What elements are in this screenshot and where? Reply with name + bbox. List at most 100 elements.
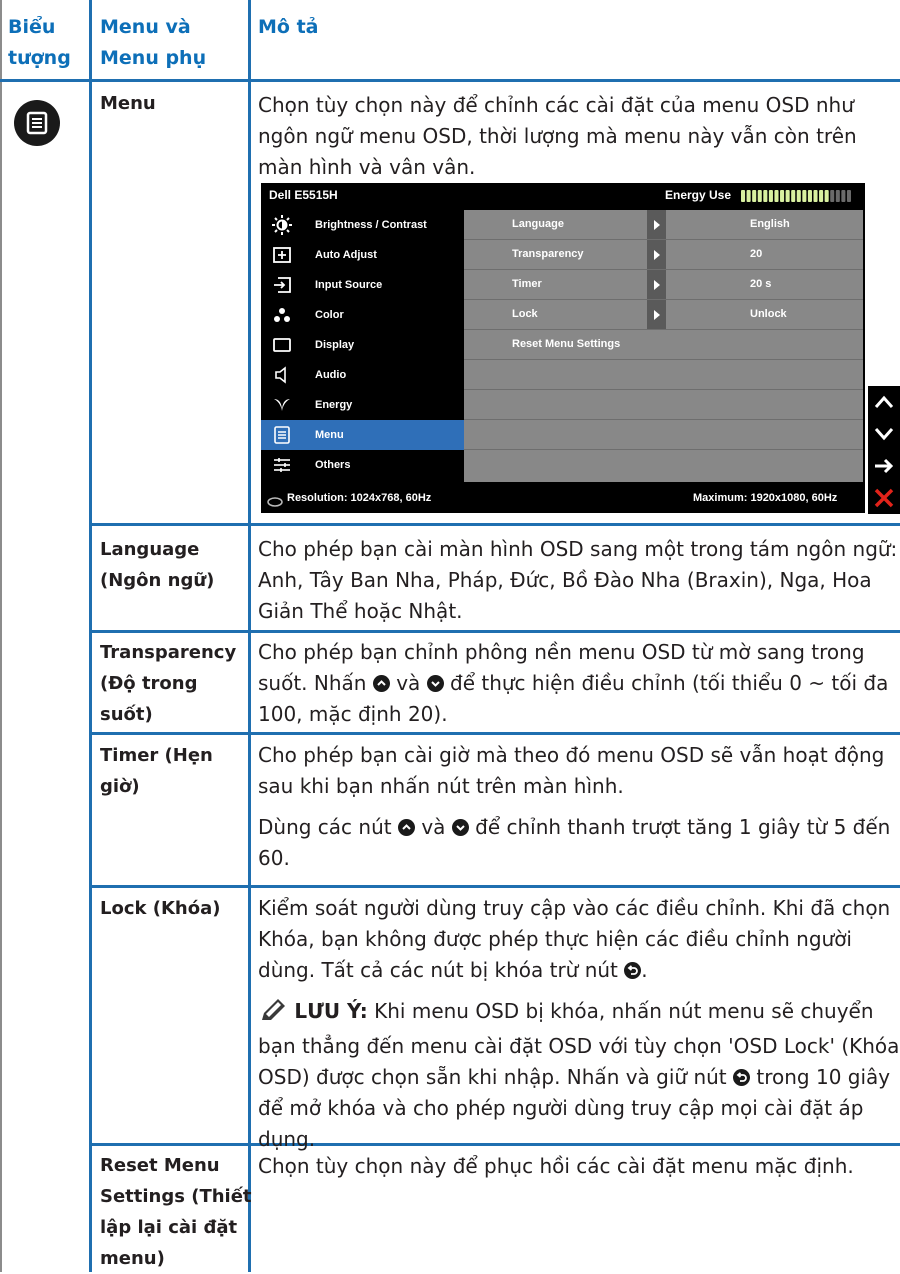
osd-energy-label: Energy Use [665,188,732,202]
osd-menu-item-auto-adjust[interactable]: Auto Adjust [261,240,464,270]
osd-title-bar: Dell E5515H Energy Use [261,183,865,210]
note-line: OSD) được chọn sẵn khi nhập. Nhấn và giữ… [258,1062,899,1093]
desc-line: suốt. Nhấn và để thực hiện điều chỉnh (t… [258,668,888,699]
energy-meter-bar [846,190,851,202]
energy-meter-bar [841,190,846,202]
osd-row-label: Lock [512,308,538,320]
label-line: Reset Menu [100,1155,220,1176]
desc-text: Dùng các nút [258,815,392,839]
osd-menu-item-brightness[interactable]: Brightness / Contrast [261,210,464,240]
desc-text: . [641,958,648,982]
row-desc-reset-menu-settings: Chọn tùy chọn này để phục hồi các cài đặ… [258,1154,854,1178]
header-menu-line2: Menu phụ [100,47,207,69]
osd-row-value: English [750,218,790,230]
down-arrow-button[interactable] [868,418,900,450]
osd-menu-item-color[interactable]: Color [261,300,464,330]
desc-line: Cho phép bạn cài giờ mà theo đó menu OSD… [258,743,885,767]
osd-menu-item-energy[interactable]: Energy [261,390,464,420]
osd-screenshot: Dell E5515H Energy Use Brightness / Cont… [261,183,865,513]
desc-text: Khi menu OSD bị khóa, nhấn nút menu sẽ c… [374,999,874,1023]
label-line: menu) [100,1248,165,1269]
row-rule-language [89,630,900,633]
energy-meter-bar [780,190,785,202]
row-rule-menu [89,523,900,526]
energy-meter-bar [813,190,818,202]
row-desc-language: Cho phép bạn cài màn hình OSD sang một t… [258,534,897,627]
up-arrow-button[interactable] [868,386,900,418]
osd-row-empty [464,450,863,479]
osd-row-reset-menu-settings[interactable]: Reset Menu Settings [464,330,863,360]
osd-menu-item-menu[interactable]: Menu [261,420,464,450]
osd-menu-item-label: Audio [315,369,347,381]
desc-line: sau khi bạn nhấn nút trên màn hình. [258,774,624,798]
energy-meter-bar [819,190,824,202]
row-desc-transparency: Cho phép bạn chỉnh phông nền menu OSD từ… [258,637,888,730]
header-icon-line1: Biểu [8,16,56,38]
desc-text: để thực hiện điều chỉnh (tối thiểu 0 ~ t… [450,671,889,695]
desc-line: Cho phép bạn cài màn hình OSD sang một t… [258,537,898,561]
row-desc-timer: Cho phép bạn cài giờ mà theo đó menu OSD… [258,740,890,874]
note-label: LƯU Ý: [294,999,368,1023]
desc-line: Giản Thể hoặc Nhật. [258,599,463,623]
osd-menu-item-display[interactable]: Display [261,330,464,360]
row-rule-timer [89,885,900,888]
energy-meter-bar [835,190,840,202]
auto-adjust-icon [269,244,295,266]
osd-menu-item-label: Energy [315,399,353,411]
desc-line: Anh, Tây Ban Nha, Pháp, Đức, Bồ Đào Nha … [258,568,872,592]
up-arrow-icon [874,395,894,408]
row-label-menu: Menu [100,93,156,114]
osd-menu-item-label: Others [315,459,351,471]
close-button[interactable] [868,482,900,514]
osd-row-transparency[interactable]: Transparency 20 [464,240,863,270]
osd-row-timer[interactable]: Timer 20 s [464,270,863,300]
osd-row-lock[interactable]: Lock Unlock [464,300,863,330]
desc-text: suốt. Nhấn [258,671,367,695]
osd-menu-item-label: Menu [315,429,344,441]
osd-menu-item-label: Display [315,339,355,351]
note-line: để mở khóa và cho phép người dùng truy c… [258,1096,864,1120]
label-line: giờ) [100,776,140,797]
osd-row-value: 20 [750,248,763,260]
row-desc-menu: Chọn tùy chọn này để chỉnh các cài đặt c… [258,90,857,183]
osd-resolution: Resolution: 1024x768, 60Hz [287,492,432,504]
osd-submenu-panel: Language English Transparency 20 Timer 2… [464,210,863,482]
osd-menu-item-label: Brightness / Contrast [315,219,427,231]
energy-meter-bar [785,190,790,202]
desc-text: OSD) được chọn sẵn khi nhập. Nhấn và giữ… [258,1065,727,1089]
row-desc-lock: Kiểm soát người dùng truy cập vào các đi… [258,893,899,1155]
down-button-icon [426,675,444,692]
header-menu-line1: Menu và [100,16,191,38]
desc-text: trong 10 giây [756,1065,891,1089]
header-description: Mô tả [258,16,319,38]
back-button-icon [624,962,642,979]
row-rule-transparency [89,732,900,735]
osd-menu-item-input-source[interactable]: Input Source [261,270,464,300]
others-icon [269,454,295,476]
osd-row-value: Unlock [750,308,787,320]
energy-meter-bar [830,190,835,202]
energy-meter-bar [768,190,773,202]
osd-menu-item-others[interactable]: Others [261,450,464,480]
desc-text: và [396,671,421,695]
osd-maximum-resolution: Maximum: 1920x1080, 60Hz [693,492,838,504]
desc-line: màn hình và vân vân. [258,155,476,179]
right-arrow-icon [875,458,894,474]
energy-meter-bar [746,190,751,202]
row-label-reset-menu-settings: Reset Menu Settings (Thiết lập lại cài đ… [100,1150,252,1274]
osd-menu-item-label: Input Source [315,279,383,291]
osd-model-name: Dell E5515H [269,188,338,202]
desc-text: và [421,815,446,839]
energy-meter-bar [774,190,779,202]
right-arrow-button[interactable] [868,450,900,482]
desc-line: Khóa, bạn không được phép thực hiện các … [258,927,852,951]
desc-line: Dùng các nút và để chỉnh thanh trượt tăn… [258,812,890,843]
osd-menu-item-label: Color [315,309,344,321]
osd-menu-item-audio[interactable]: Audio [261,360,464,390]
osd-row-language[interactable]: Language English [464,210,863,240]
input-source-icon [269,274,295,296]
energy-meter [741,190,851,202]
header-menu-column: Menu và Menu phụ [100,12,206,74]
osd-row-label: Timer [512,278,542,290]
desc-line: Cho phép bạn chỉnh phông nền menu OSD từ… [258,640,865,664]
